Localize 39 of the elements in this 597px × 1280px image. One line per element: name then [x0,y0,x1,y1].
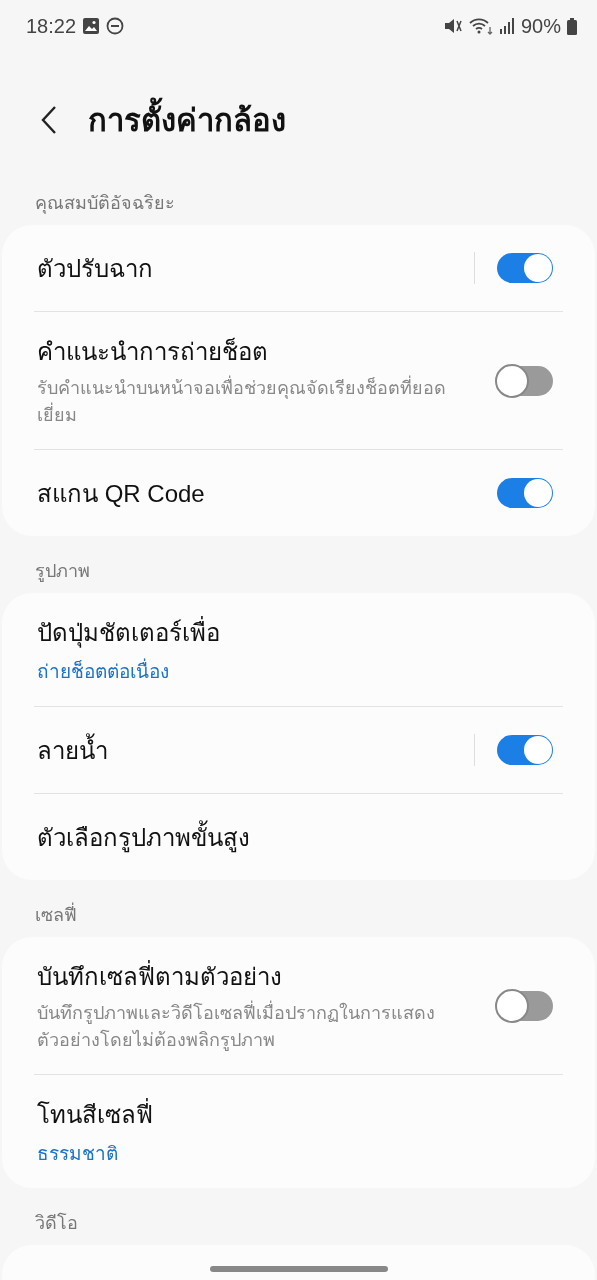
setting-label: คำแนะนำการถ่ายช็อต [37,336,269,367]
section-header: คุณสมบัติอัจฉริยะ [34,192,176,216]
setting-value: ธรรมชาติ [37,1142,119,1166]
setting-label: ตัวเลือกรูปภาพขั้นสูง [37,817,553,857]
signal-icon [498,17,515,35]
setting-label: ปัดปุ่มชัตเตอร์เพื่อ [37,613,553,652]
battery-icon [567,17,577,35]
setting-row[interactable]: ลายน้ำ [2,707,595,793]
toggle-switch[interactable] [497,253,553,283]
toggle-switch[interactable] [497,478,553,508]
setting-row[interactable]: โทนสีเซลฟี่ ธรรมชาติ [2,1075,595,1188]
setting-label: บันทึกเซลฟี่ตามตัวอย่าง [37,957,474,996]
section-header: วิดีโอ [34,1211,79,1235]
mute-icon [442,17,463,35]
setting-row[interactable]: ตัวเลือกรูปภาพขั้นสูง [2,794,595,880]
setting-label: สแกน QR Code [37,478,206,509]
battery-percent: 90% [520,14,561,38]
setting-label: ตัวปรับฉาก [37,253,154,284]
setting-label: ลายน้ำ [37,730,474,770]
setting-description: บันทึกรูปภาพและวิดีโอเซลฟี่เมื่อปรากฏในการแสดงตัวอย่างโดยไม่ต้องพลิกรูปภาพ [37,1000,474,1054]
setting-label: โทนสีเซลฟี่ [37,1095,553,1134]
status-time: 18:22 [26,14,77,38]
toggle-switch[interactable] [497,990,553,1021]
setting-value: ถ่ายช็อตต่อเนื่อง [37,656,553,686]
section-header: รูปภาพ [34,560,91,584]
setting-row[interactable]: บันทึกเซลฟี่ตามตัวอย่าง บันทึกรูปภาพและวิดีโอเซลฟี่เมื่อปรากฏในการแสดงตัวอย่างโดยไม่ต้องพลิกรูปภาพ [2,937,595,1074]
gallery-icon [82,17,101,35]
setting-row[interactable]: คำแนะนำการถ่ายช็อต รับคำแนะนำบนหน้าจอเพื่อช่วยคุณจัดเรียงช็อตที่ยอดเยี่ยม [2,312,595,449]
toggle-switch[interactable] [497,735,553,765]
do-not-disturb-icon [106,17,125,35]
setting-row[interactable]: สแกน QR Code [2,450,595,536]
setting-description: รับคำแนะนำบนหน้าจอเพื่อช่วยคุณจัดเรียงช็อตที่ยอดเยี่ยม [37,375,474,429]
setting-row[interactable]: ตัวปรับฉาก [2,225,595,311]
toggle-switch[interactable] [497,365,553,396]
setting-row[interactable]: ปัดปุ่มชัตเตอร์เพื่อ ถ่ายช็อตต่อเนื่อง [2,593,595,706]
wifi-icon [468,17,493,35]
page-title: การตั้งค่ากล้อง [88,95,286,145]
section-header: เซลฟี่ [0,880,597,937]
back-icon[interactable] [40,105,58,135]
